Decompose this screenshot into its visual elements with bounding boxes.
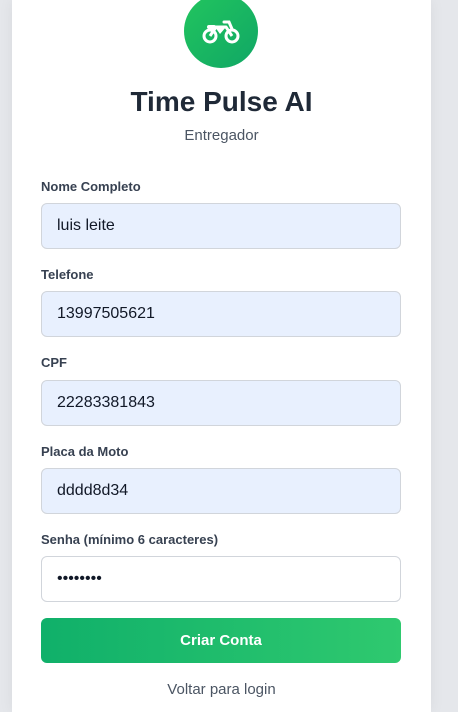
cpf-label: CPF	[41, 355, 67, 370]
plate-label: Placa da Moto	[41, 444, 129, 459]
logo-badge	[184, 0, 258, 68]
back-to-login-link[interactable]: Voltar para login	[12, 681, 431, 699]
plate-input[interactable]	[41, 468, 401, 514]
full-name-label: Nome Completo	[41, 179, 141, 194]
password-label: Senha (mínimo 6 caracteres)	[41, 532, 219, 547]
app-title: Time Pulse AI	[130, 86, 313, 117]
phone-label: Telefone	[41, 267, 94, 282]
full-name-input[interactable]	[41, 203, 401, 249]
phone-input[interactable]	[41, 291, 401, 337]
create-account-button[interactable]: Criar Conta	[41, 618, 401, 663]
cpf-input[interactable]	[41, 380, 401, 426]
signup-card: Time Pulse AI Entregador Nome Completo T…	[12, 0, 431, 712]
motorcycle-icon	[202, 20, 240, 44]
password-input[interactable]	[41, 556, 401, 602]
role-subtitle: Entregador	[184, 127, 259, 144]
